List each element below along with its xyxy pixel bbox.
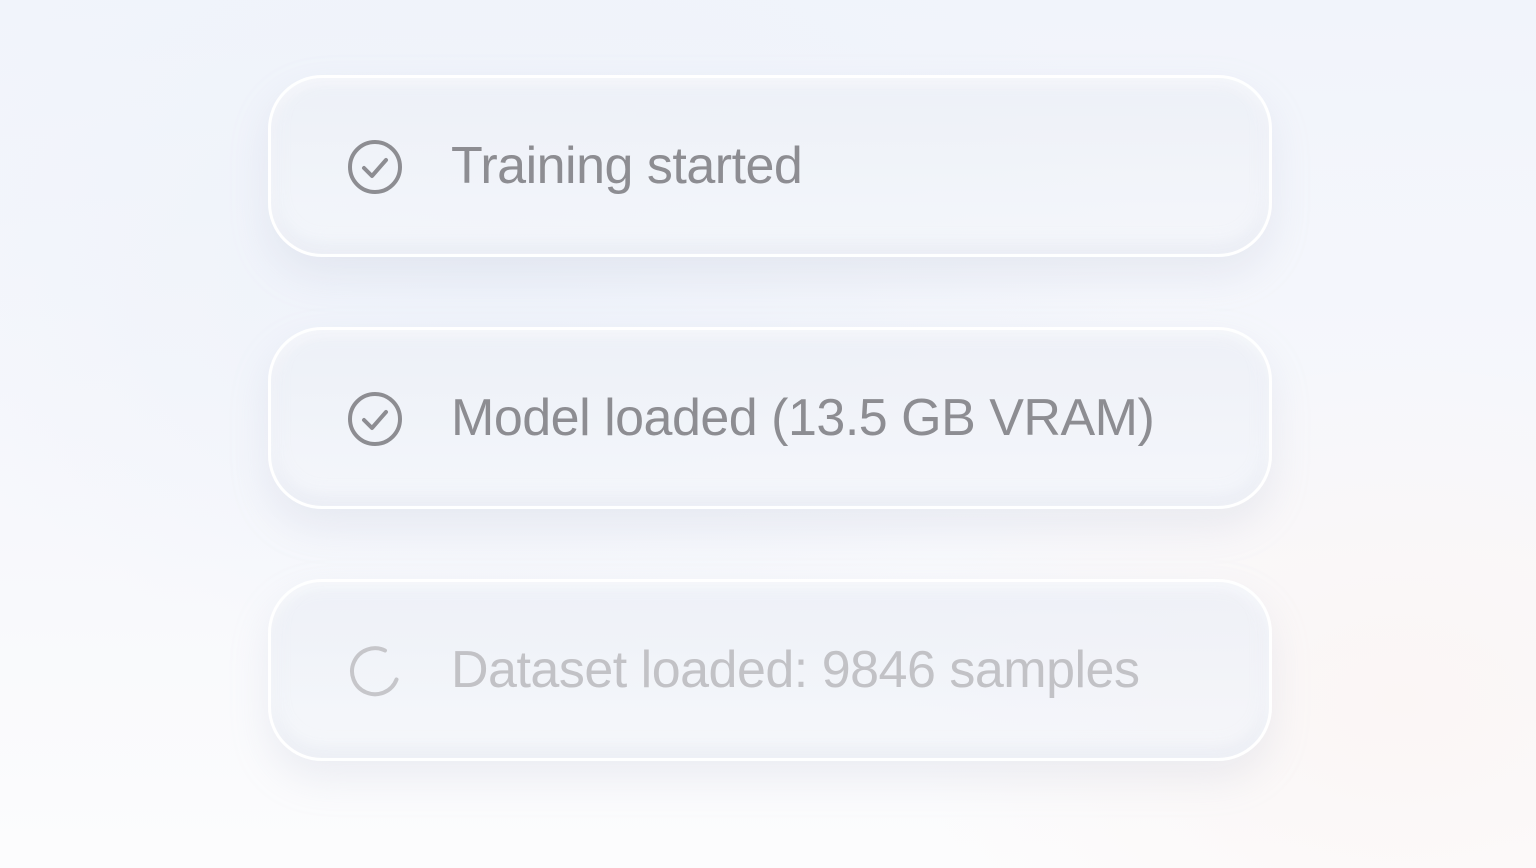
- spinner-icon: [350, 646, 399, 697]
- check-circle-icon: [348, 392, 402, 446]
- status-step-label: Training started: [451, 137, 803, 195]
- status-step-label: Dataset loaded: 9846 samples: [451, 641, 1140, 699]
- check-circle-icon: [348, 140, 402, 194]
- status-step-training-started: Training started: [268, 75, 1272, 257]
- status-step-model-loaded: Model loaded (13.5 GB VRAM): [268, 327, 1272, 509]
- status-step-dataset-loaded: Dataset loaded: 9846 samples: [268, 579, 1272, 761]
- status-steps-list: Training started Model loaded (13.5 GB V…: [268, 75, 1272, 761]
- status-step-label: Model loaded (13.5 GB VRAM): [451, 389, 1155, 447]
